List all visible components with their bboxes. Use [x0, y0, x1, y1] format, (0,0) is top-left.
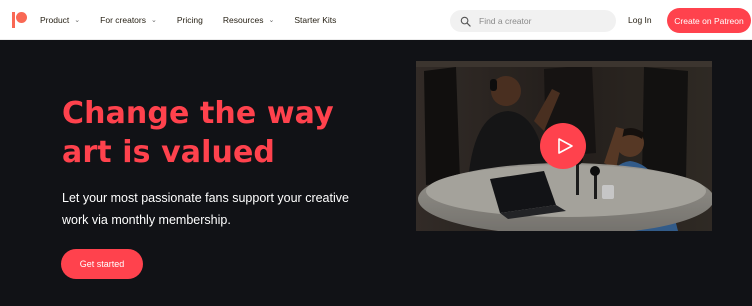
chevron-down-icon: ⌄ [74, 17, 81, 24]
play-icon [557, 138, 573, 154]
nav-item-label: Resources [222, 15, 264, 25]
nav-item-label: For creators [100, 15, 146, 25]
chevron-down-icon: ⌄ [268, 17, 275, 24]
nav-item-label: Product [40, 15, 70, 25]
chevron-down-icon: ⌄ [151, 17, 157, 24]
main-nav: Product ⌄ For creators ⌄ Pricing Resourc… [40, 0, 356, 40]
hero-subtitle-line: Let your most passionate fans support yo… [62, 191, 349, 205]
nav-item-label: Pricing [176, 15, 203, 25]
top-nav-bar: Product ⌄ For creators ⌄ Pricing Resourc… [0, 0, 752, 40]
nav-item-pricing[interactable]: Pricing [177, 15, 203, 25]
hero-title: Change the way art is valued [62, 94, 382, 172]
login-link[interactable]: Log In [628, 0, 652, 40]
nav-item-resources[interactable]: Resources ⌄ [223, 15, 275, 25]
hero-title-line: art is valued [62, 135, 275, 170]
nav-item-starter-kits[interactable]: Starter Kits [294, 15, 336, 25]
nav-item-product[interactable]: Product ⌄ [40, 15, 80, 25]
search-icon [460, 16, 471, 27]
search-input[interactable] [479, 16, 609, 26]
play-button[interactable] [540, 123, 586, 169]
hero-video[interactable] [416, 61, 712, 231]
hero-subtitle: Let your most passionate fans support yo… [62, 187, 382, 231]
get-started-button[interactable]: Get started [61, 249, 143, 279]
nav-item-label: Starter Kits [294, 15, 337, 25]
hero-subtitle-line: work via monthly membership. [62, 213, 231, 227]
patreon-logo-icon[interactable] [12, 12, 28, 28]
create-on-patreon-button[interactable]: Create on Patreon [667, 8, 751, 33]
hero-title-line: Change the way [62, 96, 334, 131]
nav-item-for-creators[interactable]: For creators ⌄ [100, 15, 157, 25]
search-bar[interactable] [450, 10, 616, 32]
